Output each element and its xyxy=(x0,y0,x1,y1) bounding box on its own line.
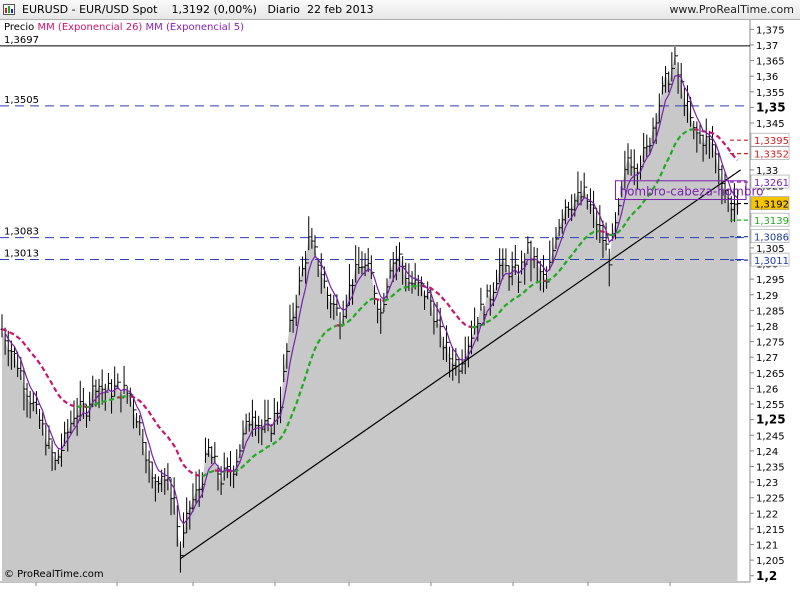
price-area-fill xyxy=(2,55,738,583)
copyright-text: © ProRealTime.com xyxy=(4,569,104,580)
value-badge-label: 1,3261 xyxy=(754,178,789,189)
ema26-line xyxy=(120,395,131,399)
y-tick-label: 1,365 xyxy=(756,57,785,68)
y-tick-label: 1,28 xyxy=(756,322,778,333)
level-label: 1,3697 xyxy=(4,35,39,46)
y-tick-label: 1,27 xyxy=(756,353,778,364)
y-tick-label: 1,295 xyxy=(756,275,785,286)
y-tick-label: 1,275 xyxy=(756,338,785,349)
chart-title: EURUSD - EUR/USD Spot 1,3192 (0,00%) Dia… xyxy=(22,3,374,16)
y-tick-label: 1,255 xyxy=(756,400,785,411)
level-label: 1,3013 xyxy=(4,248,39,259)
value-badge-label: 1,3352 xyxy=(754,150,789,161)
y-tick-label: 1,29 xyxy=(756,291,778,302)
y-tick-label: 1,375 xyxy=(756,25,785,36)
level-label: 1,3505 xyxy=(4,95,39,106)
y-tick-label: 1,35 xyxy=(756,100,786,114)
y-tick-label: 1,215 xyxy=(756,525,785,536)
y-tick-label: 1,2 xyxy=(756,569,777,583)
y-tick-label: 1,345 xyxy=(756,119,785,130)
value-badge-label: 1,3086 xyxy=(754,233,789,244)
chart-icon xyxy=(3,4,15,15)
y-tick-label: 1,36 xyxy=(756,72,778,83)
value-badge-label: 1,3192 xyxy=(754,200,789,211)
y-tick-label: 1,23 xyxy=(756,478,778,489)
value-badge-label: 1,3139 xyxy=(754,216,789,227)
brand-link[interactable]: www.ProRealTime.com xyxy=(669,3,794,16)
y-tick-label: 1,355 xyxy=(756,88,785,99)
y-tick-label: 1,26 xyxy=(756,384,778,395)
y-tick-label: 1,22 xyxy=(756,509,778,520)
pattern-label: hombro-cabeza-hombro xyxy=(619,185,763,199)
y-tick-label: 1,285 xyxy=(756,306,785,317)
y-tick-label: 1,21 xyxy=(756,541,778,552)
y-tick-label: 1,265 xyxy=(756,369,785,380)
y-tick-label: 1,37 xyxy=(756,41,778,52)
y-tick-label: 1,245 xyxy=(756,431,785,442)
y-tick-label: 1,225 xyxy=(756,494,785,505)
ema26-line xyxy=(83,405,87,409)
ema26-line xyxy=(374,297,385,302)
y-tick-label: 1,205 xyxy=(756,556,785,567)
value-badge-label: 1,3011 xyxy=(754,256,789,267)
y-tick-label: 1,25 xyxy=(756,413,786,427)
chart-header-bar: EURUSD - EUR/USD Spot 1,3192 (0,00%) Dia… xyxy=(0,0,800,20)
level-label: 1,3083 xyxy=(4,227,39,238)
y-tick-label: 1,235 xyxy=(756,462,785,473)
value-badge-label: 1,3395 xyxy=(754,136,789,147)
y-tick-label: 1,24 xyxy=(756,447,778,458)
price-chart[interactable]: 1,3751,371,3651,361,3551,351,3451,341,33… xyxy=(0,20,800,588)
